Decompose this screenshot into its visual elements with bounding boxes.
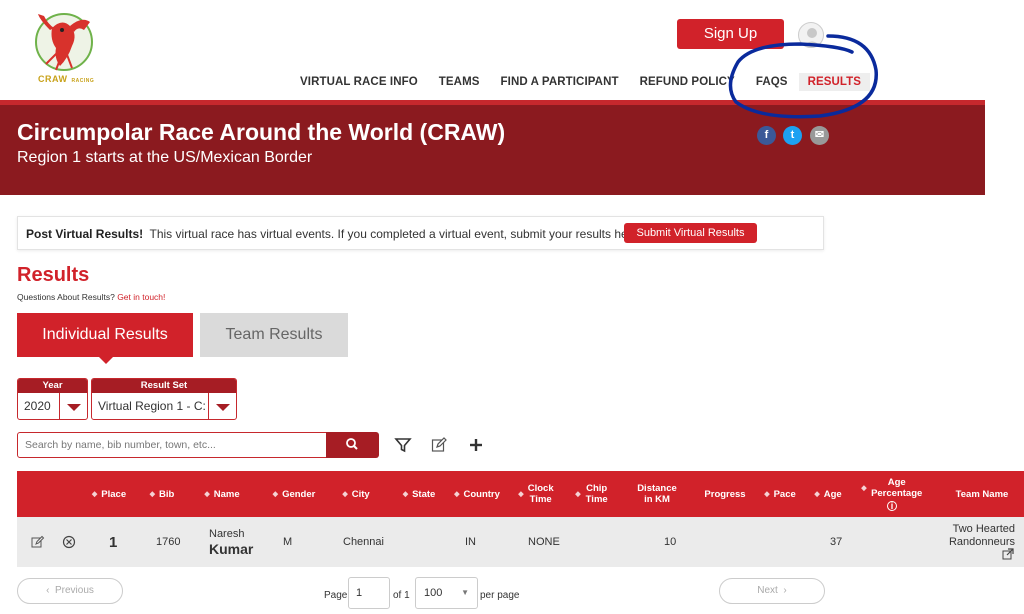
tab-team-results[interactable]: Team Results bbox=[200, 313, 348, 357]
user-avatar-icon[interactable] bbox=[798, 22, 824, 48]
col-chip-time[interactable]: ◆ Chip Time bbox=[570, 471, 614, 517]
cell-last-name: Kumar bbox=[209, 541, 254, 557]
chevron-down-icon[interactable] bbox=[59, 393, 87, 419]
external-link-icon[interactable] bbox=[1002, 548, 1014, 560]
chevron-down-icon: ▼ bbox=[461, 588, 469, 597]
cell-distance: 10 bbox=[664, 536, 677, 548]
result-set-select[interactable]: Result Set Virtual Region 1 - C: bbox=[91, 378, 237, 420]
twitter-icon[interactable]: t bbox=[783, 126, 802, 145]
race-subtitle: Region 1 starts at the US/Mexican Border bbox=[17, 149, 313, 166]
col-bib[interactable]: ◆ Bib bbox=[142, 471, 182, 517]
chevron-down-icon[interactable] bbox=[208, 393, 236, 419]
sign-up-button[interactable]: Sign Up bbox=[677, 19, 784, 49]
search-button[interactable] bbox=[326, 432, 379, 458]
search-input[interactable]: Search by name, bib number, town, etc... bbox=[17, 432, 327, 458]
result-set-label: Result Set bbox=[92, 379, 236, 393]
cell-team-name[interactable]: Two Hearted Randonneurs bbox=[927, 523, 1015, 549]
results-heading: Results bbox=[17, 264, 90, 286]
nav-results[interactable]: RESULTS bbox=[798, 73, 871, 91]
post-results-text: This virtual race has virtual events. If… bbox=[149, 227, 642, 241]
facebook-icon[interactable]: f bbox=[757, 126, 776, 145]
tab-individual-results[interactable]: Individual Results bbox=[17, 313, 193, 364]
nav-faqs[interactable]: FAQS bbox=[756, 76, 788, 88]
col-progress[interactable]: Progress bbox=[699, 471, 751, 517]
page-number-input[interactable]: 1 bbox=[348, 577, 390, 609]
previous-page-button[interactable]: ‹ Previous bbox=[17, 578, 123, 604]
col-distance[interactable]: Distance in KM bbox=[629, 471, 685, 517]
edit-icon[interactable] bbox=[430, 436, 448, 454]
year-label: Year bbox=[18, 379, 87, 393]
nav-refund-policy[interactable]: REFUND POLICY bbox=[640, 76, 735, 88]
page-label: Page bbox=[324, 590, 348, 601]
results-table-header: ◆ Place ◆ Bib ◆ Name ◆ Gender ◆ City ◆ State ◆… bbox=[17, 471, 1024, 517]
email-icon[interactable]: ✉ bbox=[810, 126, 829, 145]
table-row[interactable]: 1 1760 Naresh Kumar M Chennai IN NONE 10… bbox=[17, 517, 1024, 567]
add-icon[interactable] bbox=[467, 436, 485, 454]
next-page-button[interactable]: Next › bbox=[719, 578, 825, 604]
col-age[interactable]: ◆ Age bbox=[809, 471, 847, 517]
cell-first-name: Naresh bbox=[209, 528, 245, 540]
col-place[interactable]: ◆ Place bbox=[87, 471, 131, 517]
logo-text: CRAW RACING bbox=[38, 74, 95, 84]
col-state[interactable]: ◆ State bbox=[397, 471, 441, 517]
remove-icon[interactable] bbox=[62, 535, 76, 549]
nav-teams[interactable]: TEAMS bbox=[439, 76, 480, 88]
result-set-value: Virtual Region 1 - C: bbox=[98, 399, 206, 413]
cell-clock-time: NONE bbox=[528, 536, 560, 548]
col-country[interactable]: ◆ Country bbox=[452, 471, 502, 517]
page-count-label: of 1 bbox=[393, 590, 410, 601]
race-banner: Circumpolar Race Around the World (CRAW)… bbox=[0, 100, 985, 195]
main-nav: VIRTUAL RACE INFO TEAMS FIND A PARTICIPA… bbox=[300, 72, 891, 92]
nav-virtual-race-info[interactable]: VIRTUAL RACE INFO bbox=[300, 76, 418, 88]
cell-age: 37 bbox=[830, 536, 843, 548]
year-value: 2020 bbox=[24, 399, 51, 413]
col-team-name[interactable]: Team Name bbox=[943, 471, 1021, 517]
cell-country: IN bbox=[465, 536, 476, 548]
col-clock-time[interactable]: ◆ Clock Time bbox=[514, 471, 558, 517]
nav-find-participant[interactable]: FIND A PARTICIPANT bbox=[501, 76, 619, 88]
col-city[interactable]: ◆ City bbox=[335, 471, 377, 517]
race-title: Circumpolar Race Around the World (CRAW) bbox=[17, 119, 506, 145]
cell-place: 1 bbox=[109, 534, 118, 551]
col-pace[interactable]: ◆ Pace bbox=[757, 471, 803, 517]
col-gender[interactable]: ◆ Gender bbox=[267, 471, 321, 517]
cell-bib: 1760 bbox=[156, 536, 181, 548]
post-results-heading: Post Virtual Results! bbox=[26, 227, 144, 241]
cell-gender: M bbox=[283, 536, 293, 548]
filter-icon[interactable] bbox=[394, 436, 412, 454]
get-in-touch-link[interactable]: Get in touch! bbox=[117, 292, 165, 302]
submit-virtual-results-button[interactable]: Submit Virtual Results bbox=[624, 223, 757, 243]
year-select[interactable]: Year 2020 bbox=[17, 378, 88, 420]
search-icon bbox=[346, 438, 358, 450]
per-page-label: per page bbox=[480, 590, 520, 601]
info-icon[interactable]: i bbox=[887, 501, 897, 511]
edit-icon[interactable] bbox=[31, 535, 45, 549]
post-virtual-results-box: Post Virtual Results! This virtual race … bbox=[17, 216, 824, 250]
results-questions: Questions About Results? Get in touch! bbox=[17, 292, 166, 302]
cell-city: Chennai bbox=[343, 536, 384, 548]
col-age-percentage[interactable]: ◆ Age Percentage i bbox=[859, 471, 925, 517]
col-name[interactable]: ◆ Name bbox=[195, 471, 249, 517]
per-page-select[interactable]: 100 ▼ bbox=[415, 577, 478, 609]
